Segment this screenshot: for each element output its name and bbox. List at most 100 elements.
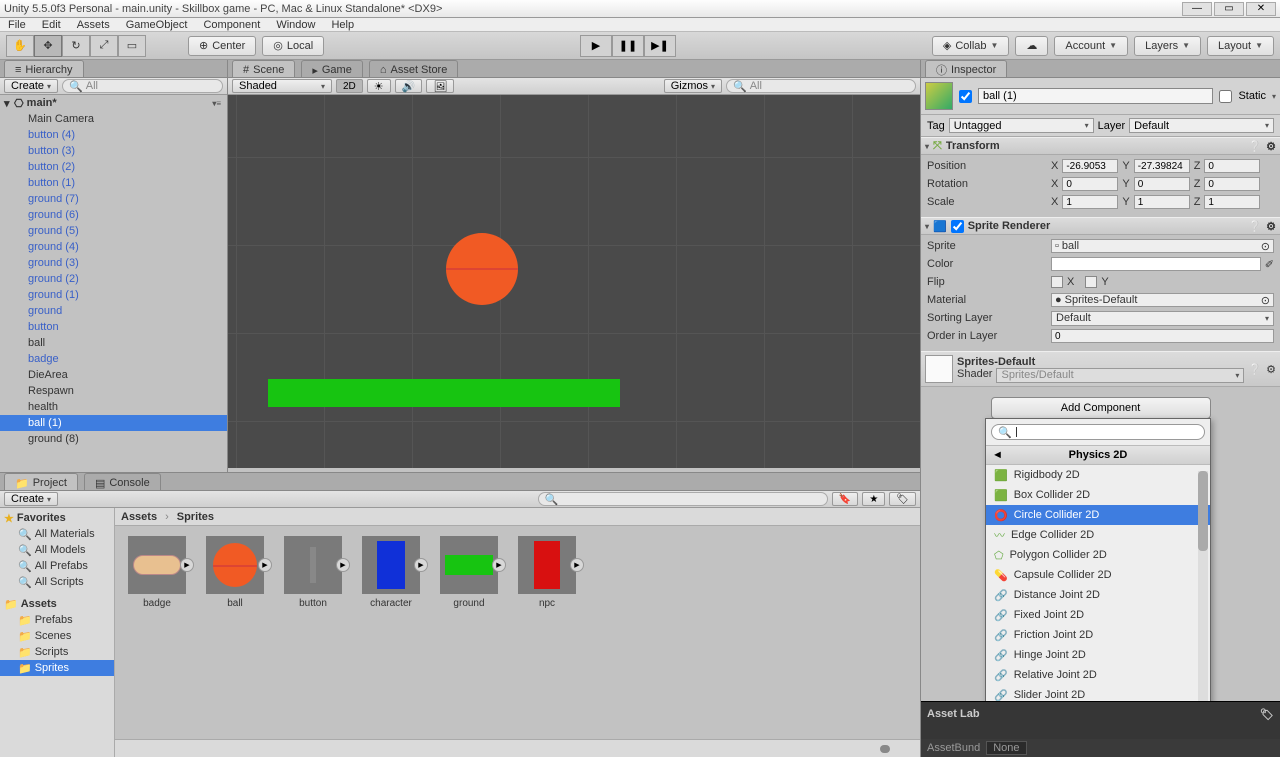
bundle-dropdown[interactable]: None [986,741,1026,755]
search-save-icon[interactable]: 🏷 [889,492,916,506]
hierarchy-item[interactable]: ball [0,335,227,351]
hierarchy-item[interactable]: ground [0,303,227,319]
component-menu-item[interactable]: 🟩Box Collider 2D [986,485,1210,505]
folder-item[interactable]: 📁Prefabs [0,612,114,628]
asset-item[interactable]: ▶button [281,536,345,729]
color-field[interactable] [1051,257,1261,271]
asset-item[interactable]: ▶ground [437,536,501,729]
hierarchy-item[interactable]: Respawn [0,383,227,399]
audio-toggle[interactable]: 🔊 [395,79,423,93]
shader-dropdown[interactable]: Sprites/Default▾ [996,368,1244,383]
hierarchy-item[interactable]: ground (8) [0,431,227,447]
static-dropdown-icon[interactable]: ▾ [1272,92,1276,101]
flip-y-checkbox[interactable] [1085,276,1097,288]
hierarchy-item[interactable]: DieArea [0,367,227,383]
rect-tool[interactable]: ▭ [118,35,146,57]
lighting-toggle[interactable]: ☀ [367,79,391,93]
asset-item[interactable]: ▶npc [515,536,579,729]
hierarchy-item[interactable]: button (4) [0,127,227,143]
favorite-item[interactable]: 🔍All Prefabs [0,558,114,574]
static-checkbox[interactable] [1219,90,1232,103]
scene-object-ground[interactable] [268,379,620,407]
favorite-item[interactable]: 🔍All Models [0,542,114,558]
search-type-icon[interactable]: ★ [862,492,885,506]
cloud-button[interactable]: ☁ [1015,36,1048,56]
component-menu-item[interactable]: 🔗Hinge Joint 2D [986,645,1210,665]
favorite-item[interactable]: 🔍All Scripts [0,574,114,590]
favorite-item[interactable]: 🔍All Materials [0,526,114,542]
2d-toggle[interactable]: 2D [336,79,363,93]
hierarchy-item[interactable]: button (3) [0,143,227,159]
hierarchy-item[interactable]: button (2) [0,159,227,175]
asset-expand-icon[interactable]: ▶ [570,558,584,572]
material-header[interactable]: Sprites-Default ShaderSprites/Default▾ ❔… [921,351,1280,387]
component-help-icon[interactable]: ❔ [1248,363,1262,376]
move-tool[interactable]: ✥ [34,35,62,57]
component-menu-item[interactable]: 〰Edge Collider 2D [986,525,1210,545]
rotate-tool[interactable]: ↻ [62,35,90,57]
menu-edit[interactable]: Edit [42,19,61,31]
hierarchy-list[interactable]: ▾⎔ main*▾≡ Main Camerabutton (4)button (… [0,95,227,463]
hierarchy-item[interactable]: ground (4) [0,239,227,255]
scale-y[interactable] [1134,195,1190,209]
scene-search[interactable]: 🔍All [726,79,916,93]
component-menu-icon[interactable]: ⚙ [1266,363,1276,376]
menu-gameobject[interactable]: GameObject [126,19,188,31]
hierarchy-scene-root[interactable]: ▾⎔ main*▾≡ [0,95,227,111]
hierarchy-item[interactable]: button [0,319,227,335]
breadcrumb-root[interactable]: Assets [121,511,157,523]
rotation-x[interactable] [1062,177,1118,191]
layer-dropdown[interactable]: Default▾ [1129,118,1274,133]
folder-item[interactable]: 📁Sprites [0,660,114,676]
collab-button[interactable]: ◈Collab▼ [932,36,1010,56]
hierarchy-item[interactable]: ground (5) [0,223,227,239]
component-menu-icon[interactable]: ⚙ [1266,140,1276,153]
position-z[interactable] [1204,159,1260,173]
folder-item[interactable]: 📁Scripts [0,644,114,660]
component-help-icon[interactable]: ❔ [1248,140,1262,153]
menu-component[interactable]: Component [203,19,260,31]
hierarchy-item[interactable]: ground (3) [0,255,227,271]
component-menu-item[interactable]: 🔗Friction Joint 2D [986,625,1210,645]
scene-viewport[interactable] [228,95,920,468]
popup-scrollbar[interactable] [1198,471,1208,701]
asset-item[interactable]: ▶badge [125,536,189,729]
material-field[interactable]: ●Sprites-Default⊙ [1051,293,1274,307]
hierarchy-item[interactable]: health [0,399,227,415]
breadcrumb-current[interactable]: Sprites [177,511,214,523]
gameobject-icon[interactable] [925,82,953,110]
folder-item[interactable]: 📁Scenes [0,628,114,644]
sprite-renderer-enabled[interactable] [951,220,964,233]
tag-dropdown[interactable]: Untagged▾ [949,118,1094,133]
add-component-button[interactable]: Add Component [991,397,1211,419]
gameobject-name-field[interactable] [978,88,1213,104]
component-menu-item[interactable]: ⭕Circle Collider 2D [986,505,1210,525]
asset-item[interactable]: ▶character [359,536,423,729]
scale-tool[interactable]: ⤢ [90,35,118,57]
component-help-icon[interactable]: ❔ [1248,220,1262,233]
pivot-local-button[interactable]: ◎Local [262,36,324,56]
component-menu-item[interactable]: ⬠Polygon Collider 2D [986,545,1210,565]
hierarchy-tab[interactable]: ≡Hierarchy [4,60,84,77]
window-close-button[interactable]: ✕ [1246,2,1276,16]
hierarchy-item[interactable]: ground (2) [0,271,227,287]
scrollbar-thumb[interactable] [1198,471,1208,551]
hierarchy-create-button[interactable]: Create▾ [4,79,58,93]
favorites-header[interactable]: ★Favorites [0,510,114,526]
order-field[interactable] [1051,329,1274,343]
scale-z[interactable] [1204,195,1260,209]
eyedropper-icon[interactable]: ✐ [1265,258,1274,271]
component-search[interactable]: 🔍 [991,424,1205,440]
hierarchy-item[interactable]: ball (1) [0,415,227,431]
asset-expand-icon[interactable]: ▶ [492,558,506,572]
pivot-center-button[interactable]: ⊕Center [188,36,256,56]
flip-x-checkbox[interactable] [1051,276,1063,288]
menu-help[interactable]: Help [331,19,354,31]
window-minimize-button[interactable]: — [1182,2,1212,16]
hierarchy-item[interactable]: Main Camera [0,111,227,127]
asset-expand-icon[interactable]: ▶ [258,558,272,572]
console-tab[interactable]: ▤Console [84,473,161,490]
search-filter-icon[interactable]: 🔖 [832,492,858,506]
sprite-renderer-header[interactable]: ▾🟦Sprite Renderer❔⚙ [921,217,1280,235]
gameobject-active-checkbox[interactable] [959,90,972,103]
